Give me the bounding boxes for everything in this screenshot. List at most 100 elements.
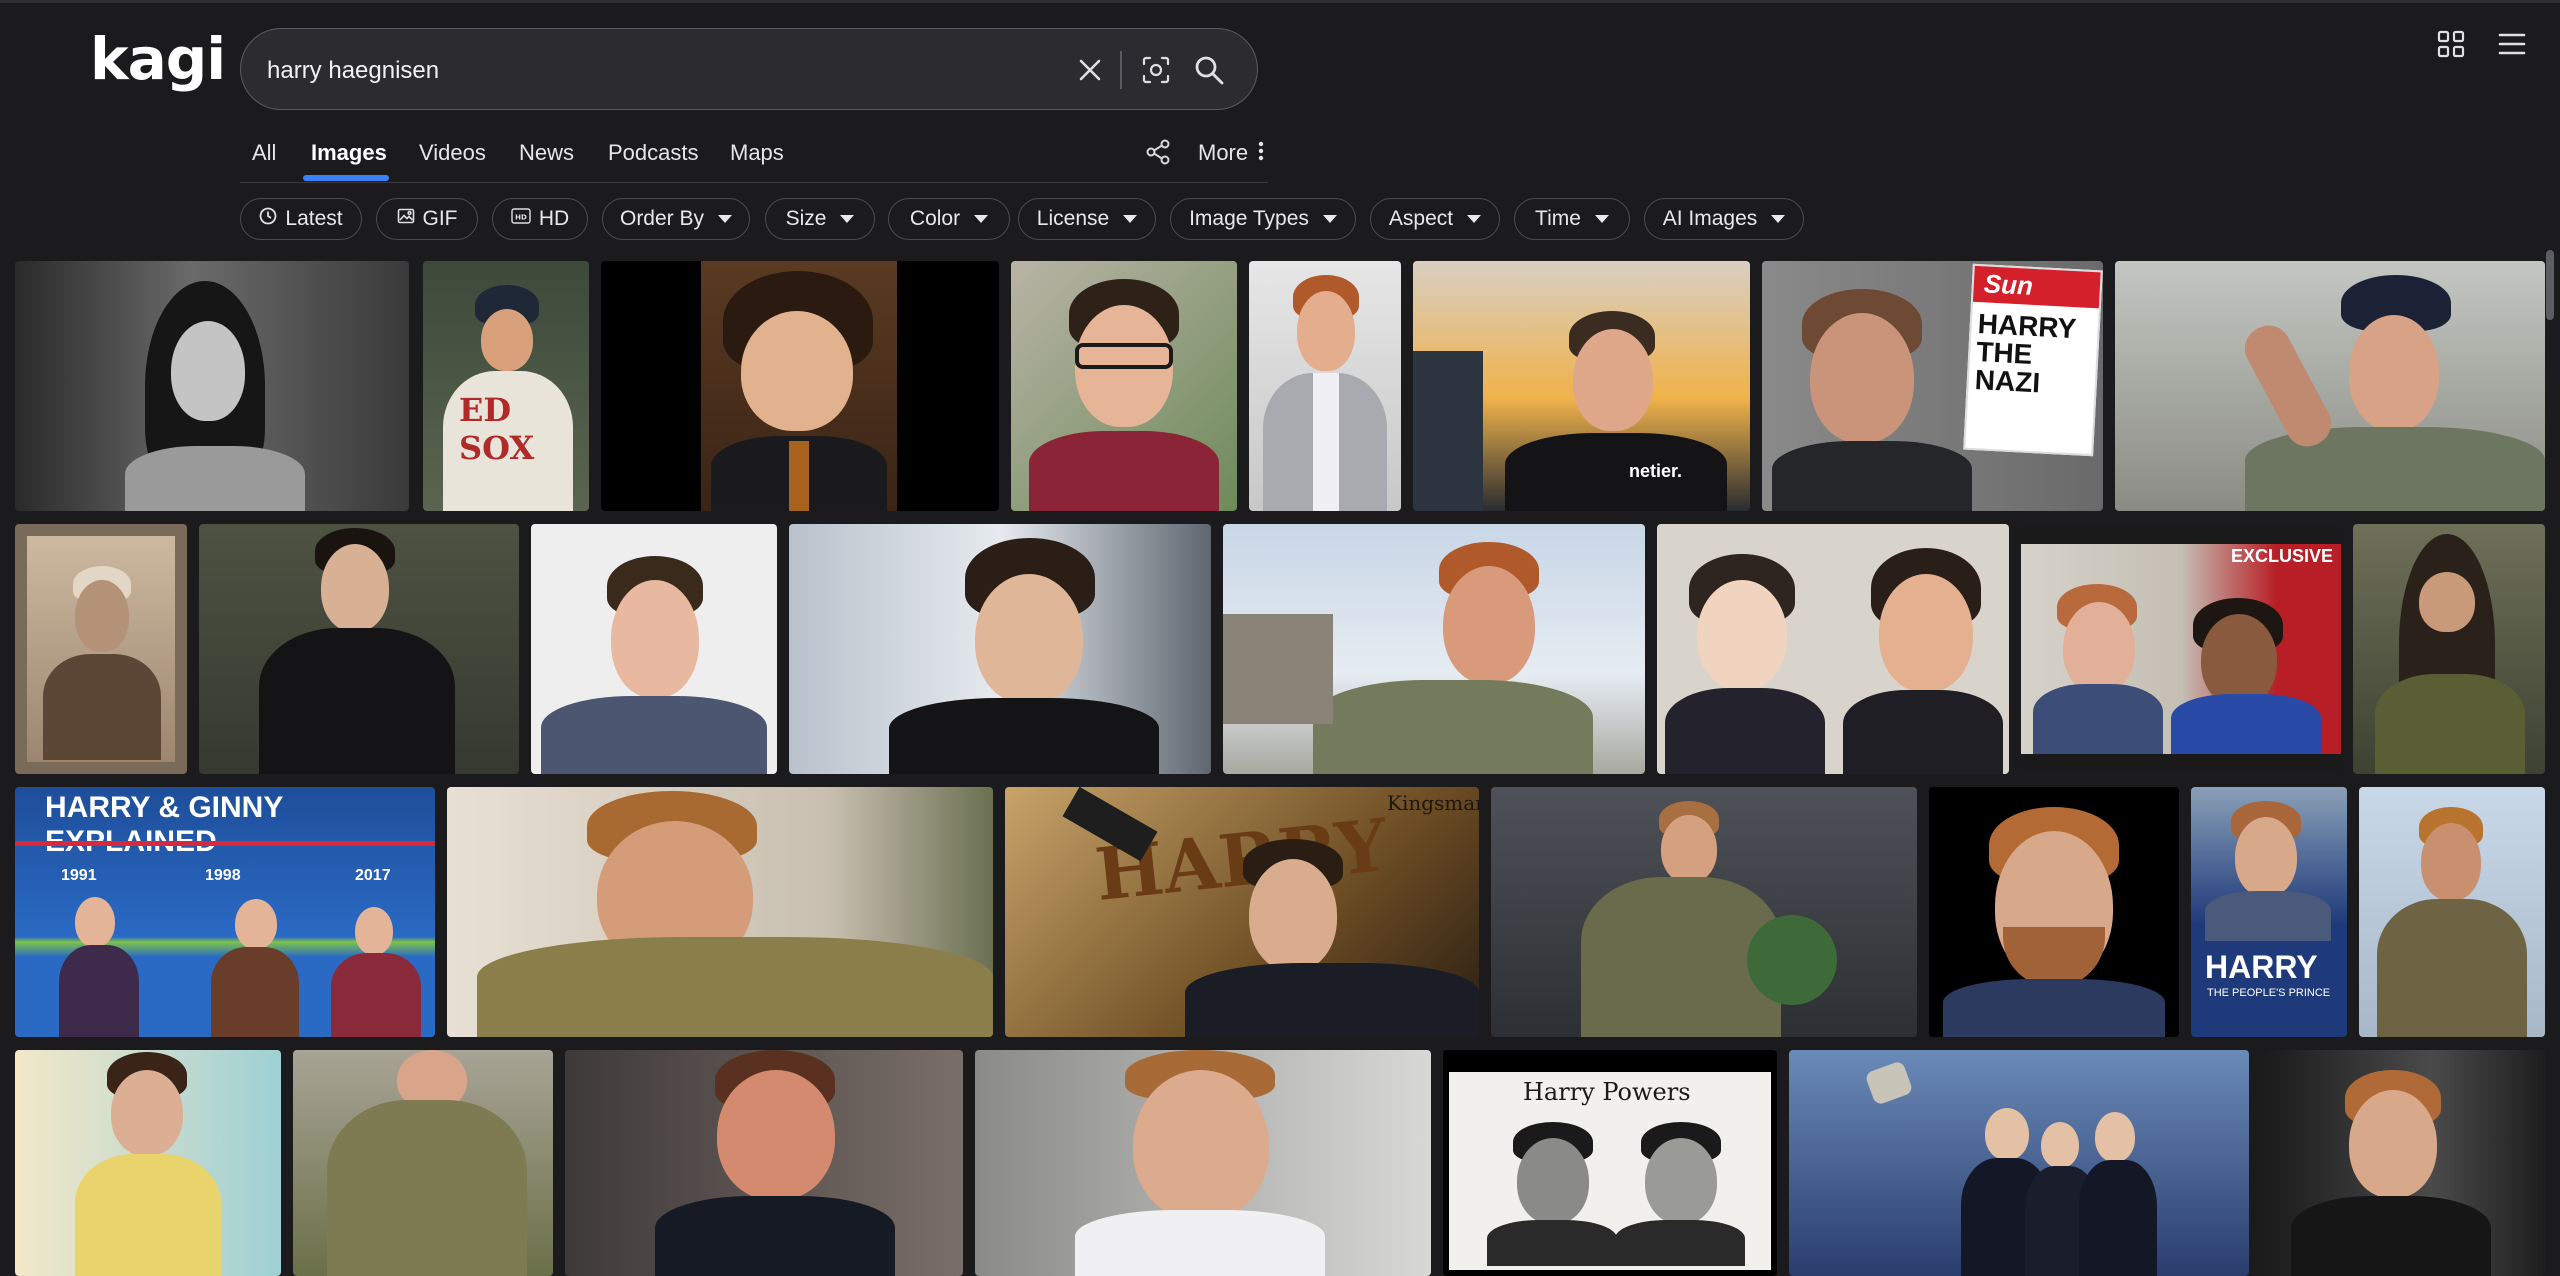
image-result[interactable] [1249, 261, 1401, 511]
image-result[interactable]: HARRY THE PEOPLE'S PRINCE [2191, 787, 2347, 1037]
tab-maps[interactable]: Maps [730, 140, 784, 166]
filter-aspect[interactable]: Aspect [1370, 198, 1500, 240]
image-result[interactable] [2261, 1050, 2545, 1276]
filter-label: Size [785, 207, 827, 230]
filter-label: Order By [619, 207, 705, 230]
hamburger-menu-icon[interactable] [2492, 24, 2532, 64]
caret-down-icon [718, 215, 733, 223]
filter-color[interactable]: Color [888, 198, 1010, 240]
caret-down-icon [1322, 215, 1337, 223]
image-result[interactable]: Sun HARRY THE NAZI [1762, 261, 2103, 511]
tab-images[interactable]: Images [311, 140, 387, 166]
filter-label: Image Types [1189, 207, 1309, 230]
tab-news[interactable]: News [519, 140, 574, 166]
image-caption: HARRY [2205, 949, 2318, 985]
image-caption: Harry Powers [1523, 1078, 1691, 1106]
image-result[interactable]: ED SOX [423, 261, 589, 511]
caret-down-icon [1123, 215, 1138, 223]
caret-down-icon [1594, 215, 1609, 223]
tab-more[interactable]: More [1198, 140, 1264, 167]
clock-icon [259, 207, 277, 231]
search-divider [1120, 51, 1122, 89]
filter-time[interactable]: Time [1514, 198, 1630, 240]
image-icon [397, 207, 415, 231]
top-border [0, 0, 2560, 3]
grid-icon[interactable] [2431, 24, 2471, 64]
caret-down-icon [840, 215, 855, 223]
filter-ai-images[interactable]: AI Images [1644, 198, 1804, 240]
filter-label: GIF [422, 207, 458, 230]
close-icon[interactable] [1071, 51, 1109, 89]
vertical-dots-icon [1258, 141, 1264, 167]
filter-hd[interactable]: HD HD [492, 198, 588, 240]
image-result[interactable] [15, 524, 187, 774]
filter-image-types[interactable]: Image Types [1170, 198, 1356, 240]
image-result[interactable]: EXCLUSIVE [2021, 524, 2341, 774]
filter-gif[interactable]: GIF [376, 198, 478, 240]
filter-label: Aspect [1388, 207, 1454, 230]
hd-icon: HD [511, 207, 531, 231]
filter-label: Color [909, 207, 961, 230]
image-result[interactable] [531, 524, 777, 774]
kagi-logo[interactable]: kagi [90, 30, 226, 88]
camera-scan-icon[interactable] [1137, 51, 1175, 89]
image-result[interactable] [1929, 787, 2179, 1037]
image-result[interactable] [1789, 1050, 2249, 1276]
filter-label: Time [1535, 207, 1581, 230]
share-icon[interactable] [1144, 138, 1172, 171]
image-caption: Sun [1983, 268, 2034, 301]
tab-podcasts[interactable]: Podcasts [608, 140, 699, 166]
image-result[interactable] [15, 1050, 281, 1276]
image-caption: netier. [1629, 461, 1683, 481]
image-caption: HARRY & GINNY EXPLAINED [45, 791, 283, 858]
tab-all[interactable]: All [252, 140, 276, 166]
image-caption: THE PEOPLE'S PRINCE [2207, 987, 2331, 999]
filter-size[interactable]: Size [765, 198, 875, 240]
page-scrollbar[interactable] [2546, 250, 2554, 320]
image-result[interactable] [447, 787, 993, 1037]
image-caption: EXCLUSIVE [2231, 546, 2334, 566]
image-result[interactable] [1223, 524, 1645, 774]
image-caption: ED SOX [459, 391, 535, 467]
search-input[interactable] [265, 51, 1049, 91]
search-tabs: All Images Videos News Podcasts Maps Mor… [240, 138, 1268, 183]
filter-label: AI Images [1662, 207, 1758, 230]
caret-down-icon [974, 215, 989, 223]
image-result[interactable] [789, 524, 1211, 774]
tab-videos[interactable]: Videos [419, 140, 486, 166]
filter-label: License [1036, 207, 1110, 230]
image-result[interactable] [975, 1050, 1431, 1276]
image-result[interactable] [293, 1050, 553, 1276]
image-result[interactable] [565, 1050, 963, 1276]
image-result[interactable] [15, 261, 409, 511]
image-caption: HARRY THE NAZI [1974, 308, 2077, 399]
image-result[interactable]: HARRY & GINNY EXPLAINED 1991 1998 2017 [15, 787, 435, 1037]
image-caption: Kingsman [1387, 791, 1479, 815]
caret-down-icon [1467, 215, 1482, 223]
filter-license[interactable]: License [1018, 198, 1156, 240]
image-result[interactable] [1491, 787, 1917, 1037]
image-caption: 2017 [355, 867, 391, 884]
svg-text:HD: HD [515, 214, 527, 222]
filter-order-by[interactable]: Order By [602, 198, 750, 240]
filter-latest[interactable]: Latest [240, 198, 362, 240]
active-tab-indicator [303, 175, 389, 181]
caret-down-icon [1771, 215, 1786, 223]
image-result[interactable] [2115, 261, 2545, 511]
image-caption: 1991 [61, 867, 97, 884]
image-result[interactable] [199, 524, 519, 774]
image-result[interactable] [1011, 261, 1237, 511]
image-caption: 1998 [205, 867, 241, 884]
image-result[interactable] [1657, 524, 2009, 774]
search-bar [240, 28, 1258, 110]
search-icon[interactable] [1190, 51, 1228, 89]
image-result[interactable]: netier. [1413, 261, 1750, 511]
tab-more-label: More [1198, 140, 1249, 165]
image-result[interactable]: HARRY Kingsman [1005, 787, 1479, 1037]
image-result[interactable] [2353, 524, 2545, 774]
image-result[interactable]: Harry Powers [1443, 1050, 1777, 1276]
filter-label: Latest [285, 207, 343, 230]
image-result[interactable] [601, 261, 999, 511]
image-result[interactable] [2359, 787, 2545, 1037]
filter-label: HD [538, 207, 570, 230]
